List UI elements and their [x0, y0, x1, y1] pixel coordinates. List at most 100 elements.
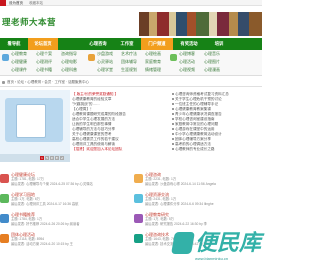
sub-link-9[interactable]: 心理科普 [61, 67, 77, 73]
set-homepage-link[interactable]: 设为首页 [9, 1, 23, 5]
bullet-icon [172, 113, 174, 115]
sub-link-13[interactable]: 艺术疗法 [121, 51, 137, 57]
slider-pager: 1 2 3 4 5 [0, 154, 70, 162]
bullet-icon [172, 93, 174, 95]
sub-link-6[interactable]: 心理书籍 [36, 67, 52, 73]
forum-last-post[interactable]: 最后发表: 心理辅导与个案 2024-6-25 07:36 by 心灵驿站 [11, 182, 93, 187]
bullet-icon [172, 143, 174, 145]
image-slider[interactable]: 1 2 3 4 5 [0, 90, 70, 162]
sub-link-21[interactable]: 心理视频 [179, 67, 195, 73]
latest-post-item[interactable]: 家庭教育中常见的心理问题 [175, 122, 218, 126]
bullet-icon [172, 128, 174, 130]
blog-icon [170, 54, 177, 61]
latest-post-item[interactable]: 团体心理辅导方案分享 [175, 137, 211, 141]
watermark-logo-icon [171, 232, 195, 254]
forum-last-post[interactable]: 最后发表: 研究报告 2024-6-22 16:30 by 李 [145, 222, 207, 227]
latest-post-item[interactable]: 心理健康教育教案集锦 [175, 107, 211, 111]
slider-dot-4[interactable]: 4 [55, 156, 59, 160]
nav-item-training[interactable]: 培训 [205, 38, 233, 50]
nav-item-studio[interactable]: 工作室 [113, 38, 141, 50]
forum-icon [134, 234, 143, 243]
latest-post-item[interactable]: 青少年心理健康状况调查报告 [175, 112, 222, 116]
sub-link-1[interactable]: 心理教育 [11, 51, 27, 57]
latest-post-item[interactable]: 学校心理咨询室建设指南 [175, 117, 215, 121]
forum-icon [0, 194, 9, 203]
bullet-icon [172, 123, 174, 125]
watermark-url: www.bianminku.cn [195, 256, 229, 261]
education-icon [2, 54, 9, 61]
forum-last-post[interactable]: 最后发表: 心理测评工具 2024-6-17 16:36 高航 [11, 202, 78, 207]
sub-link-11[interactable]: 心灵驿站 [97, 59, 113, 65]
latest-post-item[interactable]: 心理咨询师资格考试复习资料汇总 [175, 92, 229, 96]
sub-link-5[interactable]: 心理测评 [36, 59, 52, 65]
forum-icon [0, 174, 9, 183]
sub-link-15[interactable]: 生涯规划 [121, 67, 137, 73]
forum-icon [134, 214, 143, 223]
sub-nav: 心理教育 心理健康 心理课件 心理个案 心理测评 心理书籍 咨询指导 心理电影 … [0, 50, 262, 76]
forum-row[interactable]: 团体心理活动 主题: 2118, 帖数: 8954 最后发表: 活动方案 202… [0, 232, 128, 252]
post-item[interactable]: 【招贤】欢迎您加入本论坛团队 [72, 147, 168, 152]
forum-row[interactable]: 心理咨询 主题: 2231, 帖数: 1万 最后发表: 沙盘游戏心得 2024-… [134, 172, 262, 192]
sandplay-icon [88, 54, 95, 61]
slider-dot-3[interactable]: 3 [50, 156, 54, 160]
sub-link-19[interactable]: 心理博客 [179, 51, 195, 57]
sub-link-14[interactable]: 团体辅导 [121, 59, 137, 65]
forum-icon [134, 174, 143, 183]
sub-link-10[interactable]: 沙盘游戏 [97, 51, 113, 57]
latest-post-item[interactable]: 心理教师的专业成长之路 [175, 147, 215, 151]
nav-item-events[interactable]: 有奖活动 [173, 38, 205, 50]
forum-icon [0, 214, 9, 223]
forum-last-post[interactable]: 最后发表: 好书推荐 2024-6-26 20:26 by 阅读者 [11, 222, 80, 227]
slider-dot-2[interactable]: 2 [45, 156, 49, 160]
nav-item-portal[interactable]: 门户频道 [141, 38, 173, 50]
nav-item-guide[interactable]: 看导航 [0, 38, 28, 50]
slider-dot-1[interactable]: 1 [40, 156, 44, 160]
main-nav: 看导航 论坛首页 心理咨询 工作室 门户频道 有奖活动 培训 [0, 38, 262, 50]
sub-link-7[interactable]: 咨询指导 [61, 51, 77, 57]
breadcrumb: 首页 › 论坛 › 心理教育 › 会员 · 工作室 · 话题聚焦中心 [0, 78, 262, 87]
forum-row[interactable]: 心理书籍推荐 主题: 1784, 帖数: 1万 最后发表: 好书推荐 2024-… [0, 212, 128, 232]
nav-item-counseling[interactable]: 心理咨询 [83, 38, 113, 50]
latest-post-item[interactable]: 关于学生心理危机干预的讨论 [175, 97, 222, 101]
latest-post-item[interactable]: 高考前的心理调适方法 [175, 142, 211, 146]
sub-link-22[interactable]: 心理音乐 [204, 51, 220, 57]
forum-row[interactable]: 心理资源交流 主题: 2431, 帖数: 1万 最后发表: 心理课件分享 202… [134, 192, 262, 212]
nav-item-forum-home[interactable]: 论坛首页 [28, 38, 58, 50]
bullet-icon [172, 118, 174, 120]
home-icon[interactable] [2, 81, 5, 84]
sub-link-20[interactable]: 心理活动 [179, 59, 195, 65]
header-banner: 理老师大本营 [0, 6, 262, 36]
sub-link-12[interactable]: 心理学堂 [97, 67, 113, 73]
sub-link-24[interactable]: 心理漫画 [204, 67, 220, 73]
header-books-image [139, 12, 262, 36]
bullet-icon [172, 98, 174, 100]
forum-last-post[interactable]: 最后发表: 活动方案 2024-6-20 10:15 by 王 [11, 242, 73, 247]
slider-dot-5[interactable]: 5 [60, 156, 64, 160]
watermark: 便民库 www.bianminku.cn [166, 228, 262, 266]
forum-last-post[interactable]: 最后发表: 心理课件分享 2024-6-6 09:34 llinghe [145, 202, 214, 207]
watermark-text: 便民库 [195, 230, 262, 255]
breadcrumb-text[interactable]: 首页 › 论坛 › 心理教育 › 会员 · 工作室 · 话题聚焦中心 [7, 80, 89, 84]
sub-link-3[interactable]: 心理课件 [11, 67, 27, 73]
sub-link-23[interactable]: 心理图片 [204, 59, 220, 65]
latest-post-item[interactable]: 一位班主任的心理辅导手记 [175, 102, 218, 106]
sub-link-18[interactable]: 情绪管理 [145, 67, 161, 73]
sub-link-17[interactable]: 家庭教育 [145, 59, 161, 65]
forum-last-post[interactable]: 最后发表: 沙盘游戏心得 2024-6-14 11:56 Angela [145, 182, 216, 187]
forum-row[interactable]: 心理学习园地 主题: 1万, 帖数: 6万 最后发表: 心理测评工具 2024-… [0, 192, 128, 212]
bullet-icon [172, 148, 174, 150]
latest-post-item[interactable]: 心理游戏在课堂中的运用 [175, 127, 215, 131]
tablet-illustration [16, 104, 46, 138]
forum-row[interactable]: 心理健康论坛 主题: 1781, 帖数: 17万 最后发表: 心理辅导与个案 2… [0, 172, 128, 192]
bullet-icon [172, 133, 174, 135]
latest-post-item[interactable]: 中小学心理健康教育活动设计 [175, 132, 222, 136]
sub-link-8[interactable]: 心理电影 [61, 59, 77, 65]
sub-link-4[interactable]: 心理个案 [36, 51, 52, 57]
sub-link-2[interactable]: 心理健康 [11, 59, 27, 65]
bookmark-link[interactable]: 收藏本站 [29, 1, 43, 5]
forum-icon [0, 234, 9, 243]
bullet-icon [172, 103, 174, 105]
sub-link-16[interactable]: 心理绘画 [145, 51, 161, 57]
site-logo[interactable]: 理老师大本营 [2, 17, 56, 28]
bullet-icon [172, 138, 174, 140]
